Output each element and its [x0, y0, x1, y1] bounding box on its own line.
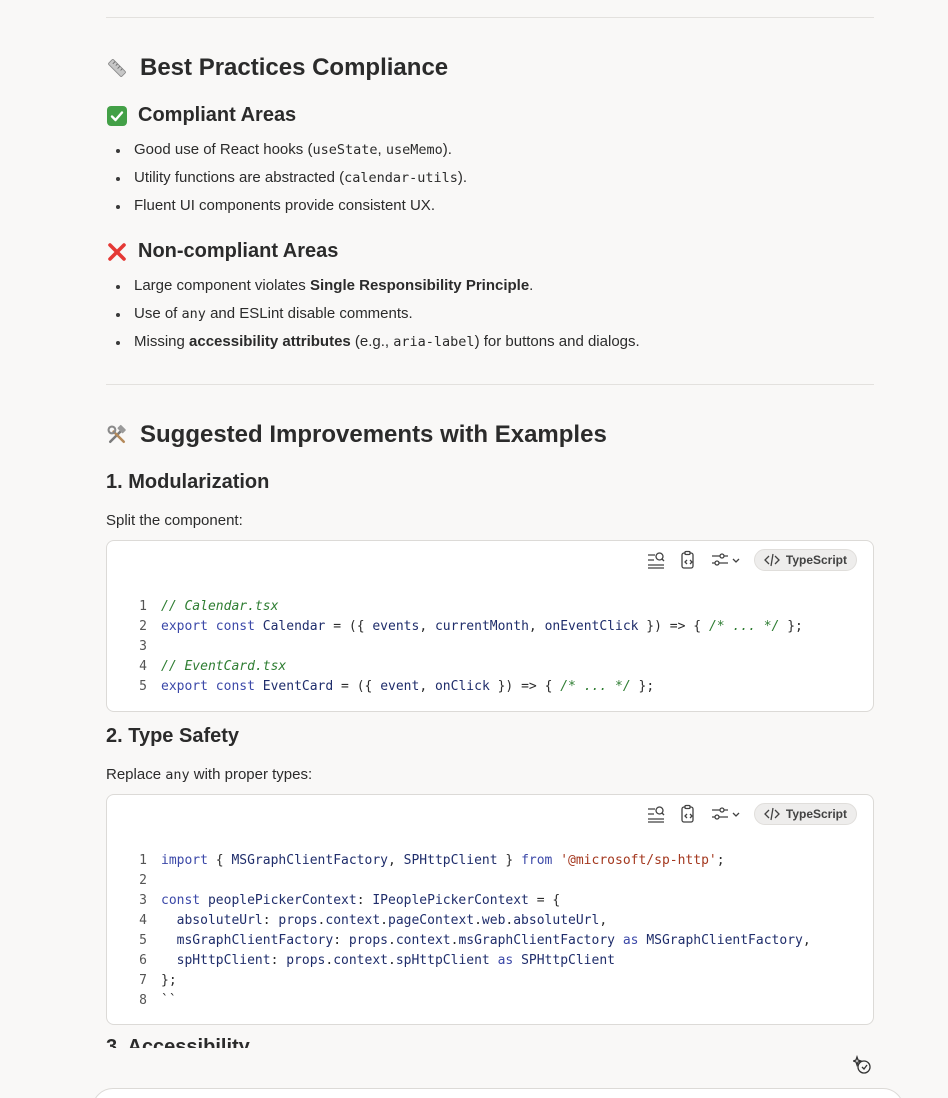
- code-line: 1 // Calendar.tsx: [107, 597, 873, 617]
- code-icon: [763, 807, 780, 821]
- search-code-icon[interactable]: [646, 550, 666, 570]
- code-text: // EventCard.tsx: [161, 659, 287, 674]
- line-number: 2: [139, 873, 147, 888]
- section-heading-improvements: Suggested Improvements with Examples: [106, 421, 607, 449]
- list-item: Use of any and ESLint disable comments.: [106, 300, 874, 328]
- code-text: spHttpClient: props.context.spHttpClient…: [176, 953, 615, 968]
- line-number: 1: [139, 853, 147, 868]
- code-text: export const Calendar = ({ events, curre…: [161, 619, 803, 634]
- subheading-compliant: Compliant Areas: [106, 104, 296, 127]
- code-line: 2 export const Calendar = ({ events, curr…: [107, 617, 873, 637]
- code-text: const peoplePickerContext: IPeoplePicker…: [161, 893, 561, 908]
- list-item: Missing accessibility attributes (e.g., …: [106, 328, 874, 356]
- list-item: Good use of React hooks (useState, useMe…: [106, 136, 874, 164]
- line-number: 6: [139, 953, 147, 968]
- code-line: 1 import { MSGraphClientFactory, SPHttpCl…: [107, 851, 873, 871]
- line-number: 8: [139, 993, 147, 1008]
- code-line: 7};: [107, 971, 873, 991]
- subheading-noncompliant: Non-compliant Areas: [106, 240, 338, 263]
- language-label: TypeScript: [785, 807, 847, 821]
- code-line: 8 ``: [107, 991, 873, 1011]
- divider: [106, 17, 874, 18]
- line-number: 4: [139, 659, 147, 674]
- code-block-type-safety: TypeScript 1 import { MSGraphClientFactor…: [106, 794, 874, 1025]
- subheading-title: Compliant Areas: [138, 104, 297, 126]
- list-item: Large component violates Single Responsi…: [106, 272, 874, 300]
- compliant-list: Good use of React hooks (useState, useMe…: [106, 136, 874, 220]
- settings-sliders-icon[interactable]: [710, 550, 742, 570]
- code-icon: [763, 553, 780, 567]
- check-box-icon: [106, 105, 128, 127]
- divider: [106, 384, 874, 385]
- subheading-title: 2. Type Safety: [106, 725, 240, 747]
- list-item: Utility functions are abstracted (calend…: [106, 164, 874, 192]
- line-number: 7: [139, 973, 147, 988]
- code-text: import { MSGraphClientFactory, SPHttpCli…: [161, 853, 725, 868]
- code-toolbar: TypeScript: [646, 803, 857, 825]
- subheading-modularization: 1. Modularization: [106, 471, 269, 494]
- paragraph: Replace any with proper types:: [106, 766, 313, 783]
- subheading-title: 1. Modularization: [106, 471, 270, 493]
- copy-code-icon[interactable]: [678, 804, 698, 824]
- line-number: 5: [139, 933, 147, 948]
- language-label: TypeScript: [785, 553, 847, 567]
- code-toolbar: TypeScript: [646, 549, 857, 571]
- copy-code-icon[interactable]: [678, 550, 698, 570]
- code-lines: 1 import { MSGraphClientFactory, SPHttpCl…: [107, 851, 873, 1011]
- language-badge[interactable]: TypeScript: [753, 549, 857, 571]
- line-number: 2: [139, 619, 147, 634]
- line-number: 3: [139, 639, 147, 654]
- code-line: 2: [107, 871, 873, 891]
- code-text: msGraphClientFactory: props.context.msGr…: [176, 933, 811, 948]
- paragraph: Split the component:: [106, 512, 243, 529]
- settings-sliders-icon[interactable]: [710, 804, 742, 824]
- line-number: 5: [139, 679, 147, 694]
- ruler-icon: [106, 57, 128, 79]
- chat-input-box[interactable]: [92, 1088, 904, 1098]
- hammer-wrench-icon: [106, 424, 128, 446]
- subheading-accessibility-partial: 3. Accessibility: [106, 1036, 250, 1048]
- code-line: 5 msGraphClientFactory: props.context.ms…: [107, 931, 873, 951]
- code-line: 5 export const EventCard = ({ event, onCl…: [107, 677, 873, 697]
- line-number: 1: [139, 599, 147, 614]
- code-text: absoluteUrl: props.context.pageContext.w…: [176, 913, 608, 928]
- code-line: 6 spHttpClient: props.context.spHttpClie…: [107, 951, 873, 971]
- noncompliant-list: Large component violates Single Responsi…: [106, 272, 874, 356]
- code-line: 4 // EventCard.tsx: [107, 657, 873, 677]
- section-title: Suggested Improvements with Examples: [140, 421, 607, 448]
- code-line: 3: [107, 637, 873, 657]
- list-item: Fluent UI components provide consistent …: [106, 192, 874, 220]
- code-line: 4 absoluteUrl: props.context.pageContext…: [107, 911, 873, 931]
- section-title: Best Practices Compliance: [140, 54, 449, 81]
- code-line: 3 const peoplePickerContext: IPeoplePicke…: [107, 891, 873, 911]
- search-code-icon[interactable]: [646, 804, 666, 824]
- code-lines: 1 // Calendar.tsx 2 export const Calendar =…: [107, 597, 873, 697]
- code-text: // Calendar.tsx: [161, 599, 279, 614]
- language-badge[interactable]: TypeScript: [753, 803, 857, 825]
- chat-response-page: Best Practices Compliance Compliant Area…: [0, 0, 948, 1098]
- code-text: export const EventCard = ({ event, onCli…: [161, 679, 655, 694]
- section-heading-best-practices: Best Practices Compliance: [106, 54, 448, 82]
- code-block-modularization: TypeScript 1 // Calendar.tsx 2 export const…: [106, 540, 874, 712]
- subheading-title: Non-compliant Areas: [138, 240, 339, 262]
- code-text: };: [161, 973, 177, 988]
- line-number: 3: [139, 893, 147, 908]
- cross-mark-icon: [106, 241, 128, 263]
- line-number: 4: [139, 913, 147, 928]
- sparkle-chat-icon[interactable]: [852, 1054, 874, 1076]
- subheading-type-safety: 2. Type Safety: [106, 725, 239, 748]
- code-text: ``: [161, 993, 177, 1008]
